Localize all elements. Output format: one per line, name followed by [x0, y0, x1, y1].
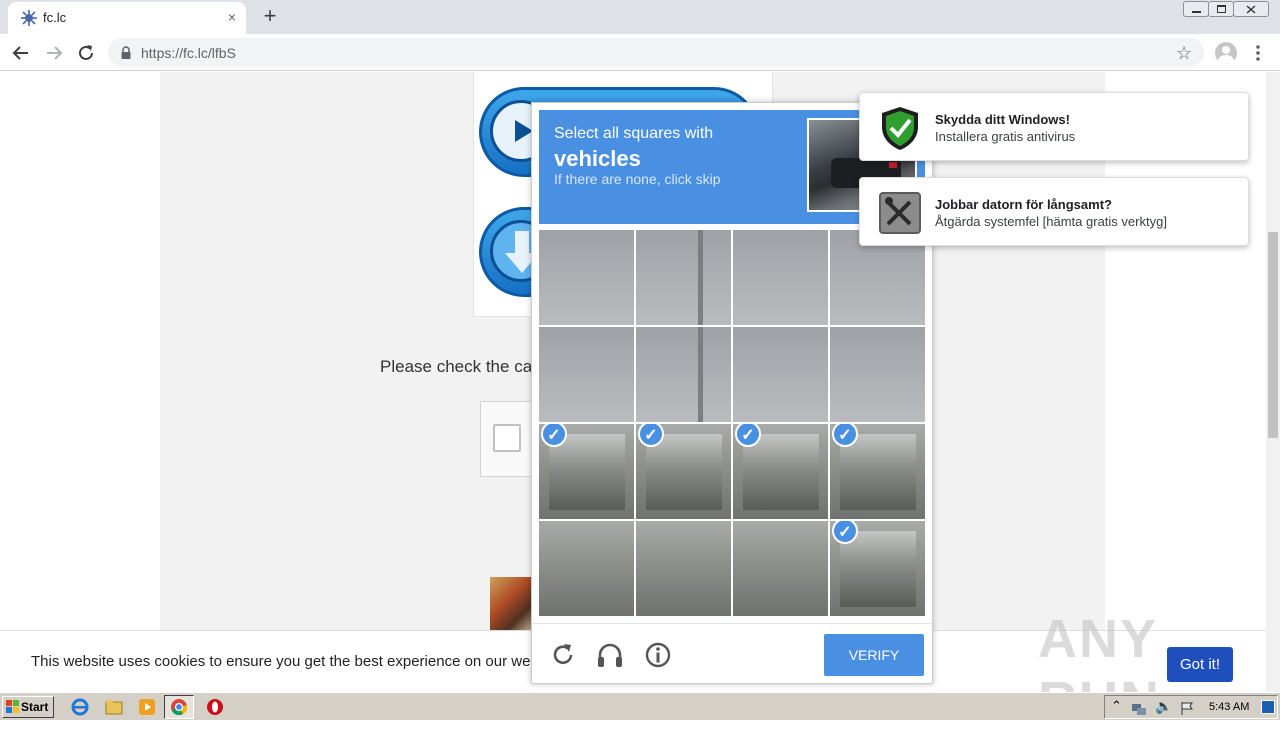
tab-strip: fc.lc × + — [0, 0, 1280, 34]
captcha-tile[interactable]: ✓ — [733, 424, 828, 519]
audio-challenge-icon[interactable] — [595, 640, 625, 670]
tile-image — [549, 434, 625, 510]
bookmark-star-icon[interactable]: ☆ — [1176, 43, 1192, 64]
reload-challenge-icon[interactable] — [548, 640, 578, 670]
taskbar-chrome-active[interactable] — [164, 695, 194, 719]
tab-title: fc.lc — [43, 10, 67, 25]
tile-image — [840, 434, 916, 510]
taskbar-clock: 5:43 AM — [1209, 701, 1250, 713]
challenge-footer: VERIFY — [532, 623, 932, 683]
chrome-icon — [171, 699, 188, 716]
network-icon[interactable] — [1131, 700, 1147, 716]
start-button[interactable]: Start — [2, 696, 54, 718]
scrollbar-thumb[interactable] — [1268, 232, 1278, 438]
reload-icon[interactable] — [75, 42, 97, 64]
restore-button[interactable] — [1208, 1, 1234, 17]
recaptcha-checkbox[interactable] — [493, 424, 521, 452]
captcha-tile[interactable] — [636, 521, 731, 616]
tab-close-icon[interactable]: × — [223, 8, 241, 26]
challenge-prompt: Select all squares with — [554, 125, 714, 142]
notification-antivirus[interactable]: Skydda ditt Windows! Installera gratis a… — [859, 92, 1249, 161]
minimize-button[interactable] — [1183, 1, 1209, 17]
windows-taskbar: Start ⌃ 🔈 5:43 AM — [0, 692, 1280, 720]
profile-avatar-icon[interactable] — [1215, 42, 1237, 64]
captcha-tile[interactable] — [636, 230, 731, 325]
window-close-button[interactable] — [1233, 1, 1269, 17]
notification-slow-pc[interactable]: Jobbar datorn för långsamt? Åtgärda syst… — [859, 177, 1249, 246]
captcha-tile[interactable] — [733, 230, 828, 325]
captcha-tile[interactable]: ✓ — [830, 521, 925, 616]
windows-logo-icon — [6, 700, 19, 713]
tile-image — [743, 434, 819, 510]
challenge-hint: If there are none, click skip — [554, 171, 721, 187]
browser-tab[interactable]: fc.lc × — [8, 2, 246, 34]
captcha-tile[interactable]: ✓ — [636, 424, 731, 519]
lock-icon — [121, 46, 131, 59]
light-pole — [698, 230, 703, 325]
system-tray: ⌃ 🔈 5:43 AM — [1104, 695, 1278, 719]
start-label: Start — [21, 700, 49, 714]
captcha-tile[interactable] — [830, 327, 925, 422]
captcha-tile[interactable] — [636, 327, 731, 422]
browser-toolbar: https://fc.lc/lfbS ☆ — [0, 34, 1280, 71]
tab-favicon-icon — [21, 10, 37, 26]
captcha-tile[interactable] — [539, 230, 634, 325]
challenge-grid: ✓ ✓ ✓ ✓ ✓ — [539, 230, 927, 618]
challenge-target-word: vehicles — [554, 146, 641, 171]
shield-check-icon — [882, 107, 918, 150]
notification-title: Jobbar datorn för långsamt? — [935, 197, 1112, 212]
light-pole — [698, 327, 703, 422]
opera-icon[interactable] — [205, 697, 225, 717]
notification-title: Skydda ditt Windows! — [935, 112, 1070, 127]
back-icon[interactable] — [10, 42, 32, 64]
tray-expand-icon[interactable]: ⌃ — [1111, 698, 1122, 714]
new-tab-button[interactable]: + — [258, 5, 282, 29]
url-text: https://fc.lc/lfbS — [141, 45, 236, 61]
verify-button[interactable]: VERIFY — [824, 634, 924, 676]
tile-image — [840, 531, 916, 607]
ie-icon[interactable] — [70, 697, 90, 717]
address-bar[interactable]: https://fc.lc/lfbS ☆ — [108, 38, 1204, 67]
media-player-icon[interactable] — [137, 697, 157, 717]
captcha-tile[interactable] — [733, 327, 828, 422]
captcha-tile[interactable] — [539, 521, 634, 616]
cookie-text: This website uses cookies to ensure you … — [31, 653, 531, 670]
captcha-instruction-text: Please check the ca — [380, 357, 533, 376]
forward-icon[interactable] — [43, 42, 65, 64]
notification-body: Åtgärda systemfel [hämta gratis verktyg] — [935, 214, 1167, 229]
show-desktop-icon[interactable] — [1261, 700, 1275, 714]
captcha-tile[interactable] — [733, 521, 828, 616]
volume-icon[interactable]: 🔈 — [1155, 698, 1172, 715]
info-icon[interactable] — [643, 640, 673, 670]
captcha-tile[interactable]: ✓ — [830, 424, 925, 519]
tile-image — [646, 434, 722, 510]
captcha-tile[interactable] — [539, 327, 634, 422]
tools-icon — [879, 192, 921, 234]
captcha-tile[interactable]: ✓ — [539, 424, 634, 519]
menu-dots-icon[interactable] — [1250, 42, 1266, 64]
explorer-folder-icon[interactable] — [104, 697, 124, 717]
action-center-flag-icon[interactable] — [1179, 700, 1195, 716]
notification-body: Installera gratis antivirus — [935, 129, 1076, 144]
page-thumbnail-image — [490, 577, 535, 632]
